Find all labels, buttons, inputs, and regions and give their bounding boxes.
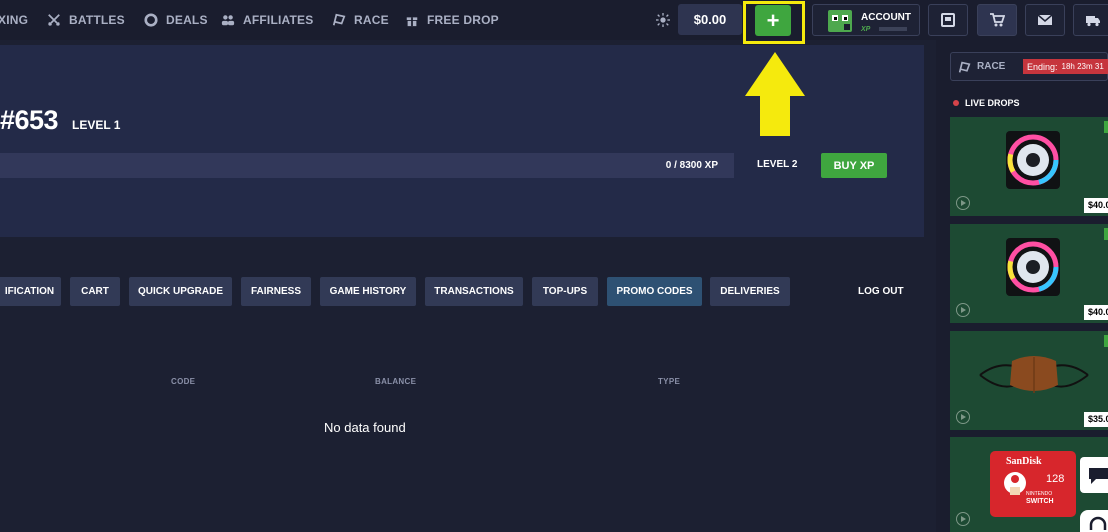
swords-icon <box>48 14 60 26</box>
gift-icon <box>406 17 418 27</box>
account-label: ACCOUNT <box>861 12 911 23</box>
cart-icon <box>990 13 1005 27</box>
tab-deliveries[interactable]: DELIVERIES <box>710 277 790 306</box>
next-level: LEVEL 2 <box>757 159 798 170</box>
live-drop-card[interactable]: $35.0 <box>950 331 1108 430</box>
tab-top-ups[interactable]: TOP-UPS <box>532 277 598 306</box>
drop-rarity-marker <box>1104 121 1108 133</box>
buy-xp-button[interactable]: BUY XP <box>821 153 887 178</box>
nav-item-race[interactable]: RACE <box>332 12 389 28</box>
drop-rarity-marker <box>1104 335 1108 347</box>
account-xp-bar <box>879 27 907 31</box>
face-mask-icon <box>979 356 1089 393</box>
rgb-fan-icon <box>1006 238 1060 296</box>
messages-button[interactable] <box>1025 4 1065 36</box>
balance-display[interactable]: $0.00 <box>678 4 742 35</box>
race-ending-label: Ending: <box>1027 61 1058 72</box>
chat-icon <box>1089 468 1108 484</box>
arrow-up-icon <box>745 52 805 136</box>
column-header-type[interactable]: TYPE <box>658 377 680 386</box>
sd-card-brand: SanDisk <box>1006 456 1042 467</box>
drop-price: $35.0 <box>1084 412 1108 427</box>
top-navigation-bar: XING BATTLES DEALS AFFILIATES RACE FREE … <box>0 0 1108 44</box>
nav-item-label: AFFILIATES <box>243 13 314 27</box>
nav-item-label: FREE DROP <box>427 13 499 27</box>
deposit-button[interactable]: + <box>755 5 791 36</box>
nav-item-label: XING <box>0 13 29 27</box>
race-timer: 18h 23m 31 <box>1061 62 1104 71</box>
column-header-code[interactable]: CODE <box>171 377 195 386</box>
nav-item-unboxing[interactable]: XING <box>0 12 28 28</box>
live-indicator-dot <box>953 100 959 106</box>
play-icon[interactable] <box>956 303 970 317</box>
empty-table-message: No data found <box>324 420 406 435</box>
tab-transactions[interactable]: TRANSACTIONS <box>425 277 523 306</box>
tab-verification[interactable]: IFICATION <box>0 277 61 306</box>
nav-item-label: BATTLES <box>69 13 125 27</box>
tab-quick-upgrade[interactable]: QUICK UPGRADE <box>129 277 232 306</box>
users-icon <box>221 15 235 26</box>
tab-promo-codes[interactable]: PROMO CODES <box>607 277 702 306</box>
race-widget[interactable]: RACE Ending: 18h 23m 31 <box>950 52 1108 81</box>
xp-progress-bar: 0 / 8300 XP <box>0 153 734 178</box>
inventory-button[interactable] <box>928 4 968 36</box>
nav-item-deals[interactable]: DEALS <box>144 12 208 28</box>
drop-rarity-marker <box>1104 228 1108 240</box>
nav-item-affiliates[interactable]: AFFILIATES <box>221 12 313 28</box>
avatar-icon <box>832 15 850 30</box>
nav-item-free-drop[interactable]: FREE DROP <box>405 12 499 28</box>
sd-card-nintendo: NINTENDO <box>1026 491 1053 497</box>
column-header-balance[interactable]: BALANCE <box>375 377 416 386</box>
xp-progress-text: 0 / 8300 XP <box>665 160 718 171</box>
race-label: RACE <box>977 61 1006 72</box>
truck-icon <box>1086 16 1100 27</box>
account-xp-label: XP <box>861 26 871 33</box>
nav-item-label: DEALS <box>166 13 208 27</box>
race-flag-icon <box>332 13 346 26</box>
mushroom-icon <box>1004 472 1026 495</box>
nav-item-battles[interactable]: BATTLES <box>47 12 125 28</box>
race-ending-badge: Ending: 18h 23m 31 <box>1023 59 1108 74</box>
username: #653 <box>0 105 59 135</box>
rgb-fan-icon <box>1006 131 1060 189</box>
nav-item-label: RACE <box>354 13 389 27</box>
tab-cart[interactable]: CART <box>70 277 120 306</box>
live-drop-card[interactable]: $40.0 <box>950 224 1108 323</box>
sd-card-capacity: 128 <box>1046 473 1065 485</box>
play-icon[interactable] <box>956 512 970 526</box>
inventory-icon <box>941 13 955 27</box>
chat-button[interactable] <box>1080 457 1108 493</box>
sd-card-switch: SWITCH <box>1026 498 1054 505</box>
play-icon[interactable] <box>956 196 970 210</box>
deliveries-button[interactable] <box>1073 4 1108 36</box>
account-button[interactable]: ACCOUNT XP <box>812 4 920 36</box>
avatar <box>828 10 852 32</box>
live-drop-card[interactable]: $40.0 <box>950 117 1108 216</box>
live-drops-title: LIVE DROPS <box>965 98 1020 108</box>
race-flag-icon <box>958 61 971 73</box>
theme-toggle-icon[interactable] <box>656 13 670 27</box>
deals-icon <box>144 13 158 27</box>
headset-icon <box>1089 516 1107 530</box>
play-icon[interactable] <box>956 410 970 424</box>
tab-fairness[interactable]: FAIRNESS <box>241 277 311 306</box>
cart-button[interactable] <box>977 4 1017 36</box>
drop-price: $40.0 <box>1084 198 1108 213</box>
drop-price: $40.0 <box>1084 305 1108 320</box>
tab-game-history[interactable]: GAME HISTORY <box>320 277 416 306</box>
support-button[interactable] <box>1080 510 1108 532</box>
current-level: LEVEL 1 <box>72 118 121 132</box>
mail-icon <box>1037 14 1053 25</box>
sd-card-image: SanDisk 128 NINTENDO SWITCH <box>990 451 1076 517</box>
logout-button[interactable]: LOG OUT <box>858 277 904 306</box>
